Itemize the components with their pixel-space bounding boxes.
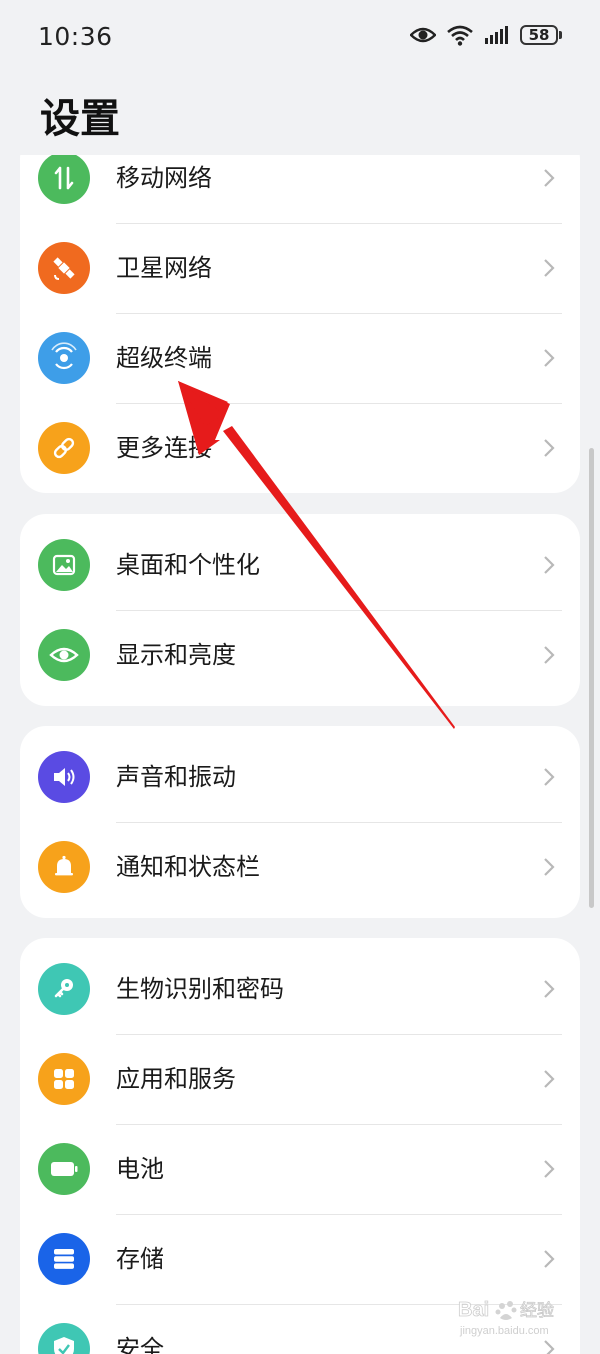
svg-text:经验: 经验	[520, 1301, 554, 1321]
chevron-right-icon	[544, 980, 555, 998]
chevron-right-icon	[544, 646, 555, 664]
setting-item-battery[interactable]: 电池	[20, 1124, 580, 1214]
setting-item-sound-vibration[interactable]: 声音和振动	[20, 732, 580, 822]
scrollbar[interactable]	[589, 448, 594, 908]
battery-icon: 58	[520, 25, 562, 45]
setting-item-display-brightness[interactable]: 显示和亮度	[20, 610, 580, 700]
key-icon	[38, 963, 90, 1015]
status-bar: 10:36 58	[0, 0, 600, 76]
setting-label: 通知和状态栏	[116, 853, 260, 881]
battery-setting-icon	[38, 1143, 90, 1195]
link-icon	[38, 422, 90, 474]
svg-text:jingyan.baidu.com: jingyan.baidu.com	[459, 1325, 549, 1337]
chevron-right-icon	[544, 1160, 555, 1178]
display-eye-icon	[38, 629, 90, 681]
chevron-right-icon	[544, 259, 555, 277]
setting-label: 卫星网络	[116, 254, 212, 282]
setting-label: 桌面和个性化	[116, 551, 260, 579]
setting-label: 声音和振动	[116, 763, 236, 791]
setting-item-mobile-network[interactable]: 移动网络	[20, 155, 580, 223]
setting-item-biometrics-password[interactable]: 生物识别和密码	[20, 944, 580, 1034]
wallpaper-icon	[38, 539, 90, 591]
wifi-icon	[447, 25, 473, 46]
signal-icon	[485, 26, 508, 44]
bell-icon	[38, 841, 90, 893]
mobile-data-icon	[38, 155, 90, 204]
chevron-right-icon	[544, 858, 555, 876]
setting-label: 生物识别和密码	[116, 975, 284, 1003]
chevron-right-icon	[544, 1070, 555, 1088]
chevron-right-icon	[544, 1340, 555, 1354]
setting-label: 应用和服务	[116, 1065, 236, 1093]
chevron-right-icon	[544, 1250, 555, 1268]
clock: 10:36	[38, 22, 113, 51]
setting-label: 移动网络	[116, 164, 212, 192]
page-title: 设置	[40, 96, 120, 142]
storage-icon	[38, 1233, 90, 1285]
settings-group-connectivity: 移动网络 卫星网络 超级终端 更多连接	[20, 155, 580, 493]
chevron-right-icon	[544, 169, 555, 187]
satellite-icon	[38, 242, 90, 294]
settings-group-sound-notifications: 声音和振动 通知和状态栏	[20, 726, 580, 918]
setting-label: 显示和亮度	[116, 641, 236, 669]
setting-item-storage[interactable]: 存储	[20, 1214, 580, 1304]
eye-comfort-icon	[410, 27, 436, 43]
chevron-right-icon	[544, 439, 555, 457]
battery-level: 58	[520, 25, 558, 45]
setting-label: 更多连接	[116, 434, 212, 462]
setting-item-more-connections[interactable]: 更多连接	[20, 403, 580, 493]
svg-text:Bai: Bai	[458, 1299, 489, 1321]
status-icons: 58	[410, 24, 562, 46]
chevron-right-icon	[544, 556, 555, 574]
chevron-right-icon	[544, 349, 555, 367]
chevron-right-icon	[544, 768, 555, 786]
setting-label: 电池	[116, 1155, 164, 1183]
setting-label: 超级终端	[116, 344, 212, 372]
setting-item-super-device[interactable]: 超级终端	[20, 313, 580, 403]
shield-icon	[38, 1323, 90, 1354]
setting-label: 存储	[116, 1245, 164, 1273]
settings-list[interactable]: 移动网络 卫星网络 超级终端 更多连接 桌面和个性化 显示和亮度 声音和振动 通…	[0, 155, 600, 1354]
setting-item-satellite-network[interactable]: 卫星网络	[20, 223, 580, 313]
settings-group-personalization: 桌面和个性化 显示和亮度	[20, 514, 580, 706]
setting-item-home-screen[interactable]: 桌面和个性化	[20, 520, 580, 610]
apps-icon	[38, 1053, 90, 1105]
setting-label: 安全	[116, 1335, 164, 1354]
sound-icon	[38, 751, 90, 803]
baidu-watermark-logo: Bai 经验 jingyan.baidu.com	[458, 1299, 554, 1337]
setting-item-notifications-statusbar[interactable]: 通知和状态栏	[20, 822, 580, 912]
setting-item-apps-services[interactable]: 应用和服务	[20, 1034, 580, 1124]
super-device-icon	[38, 332, 90, 384]
